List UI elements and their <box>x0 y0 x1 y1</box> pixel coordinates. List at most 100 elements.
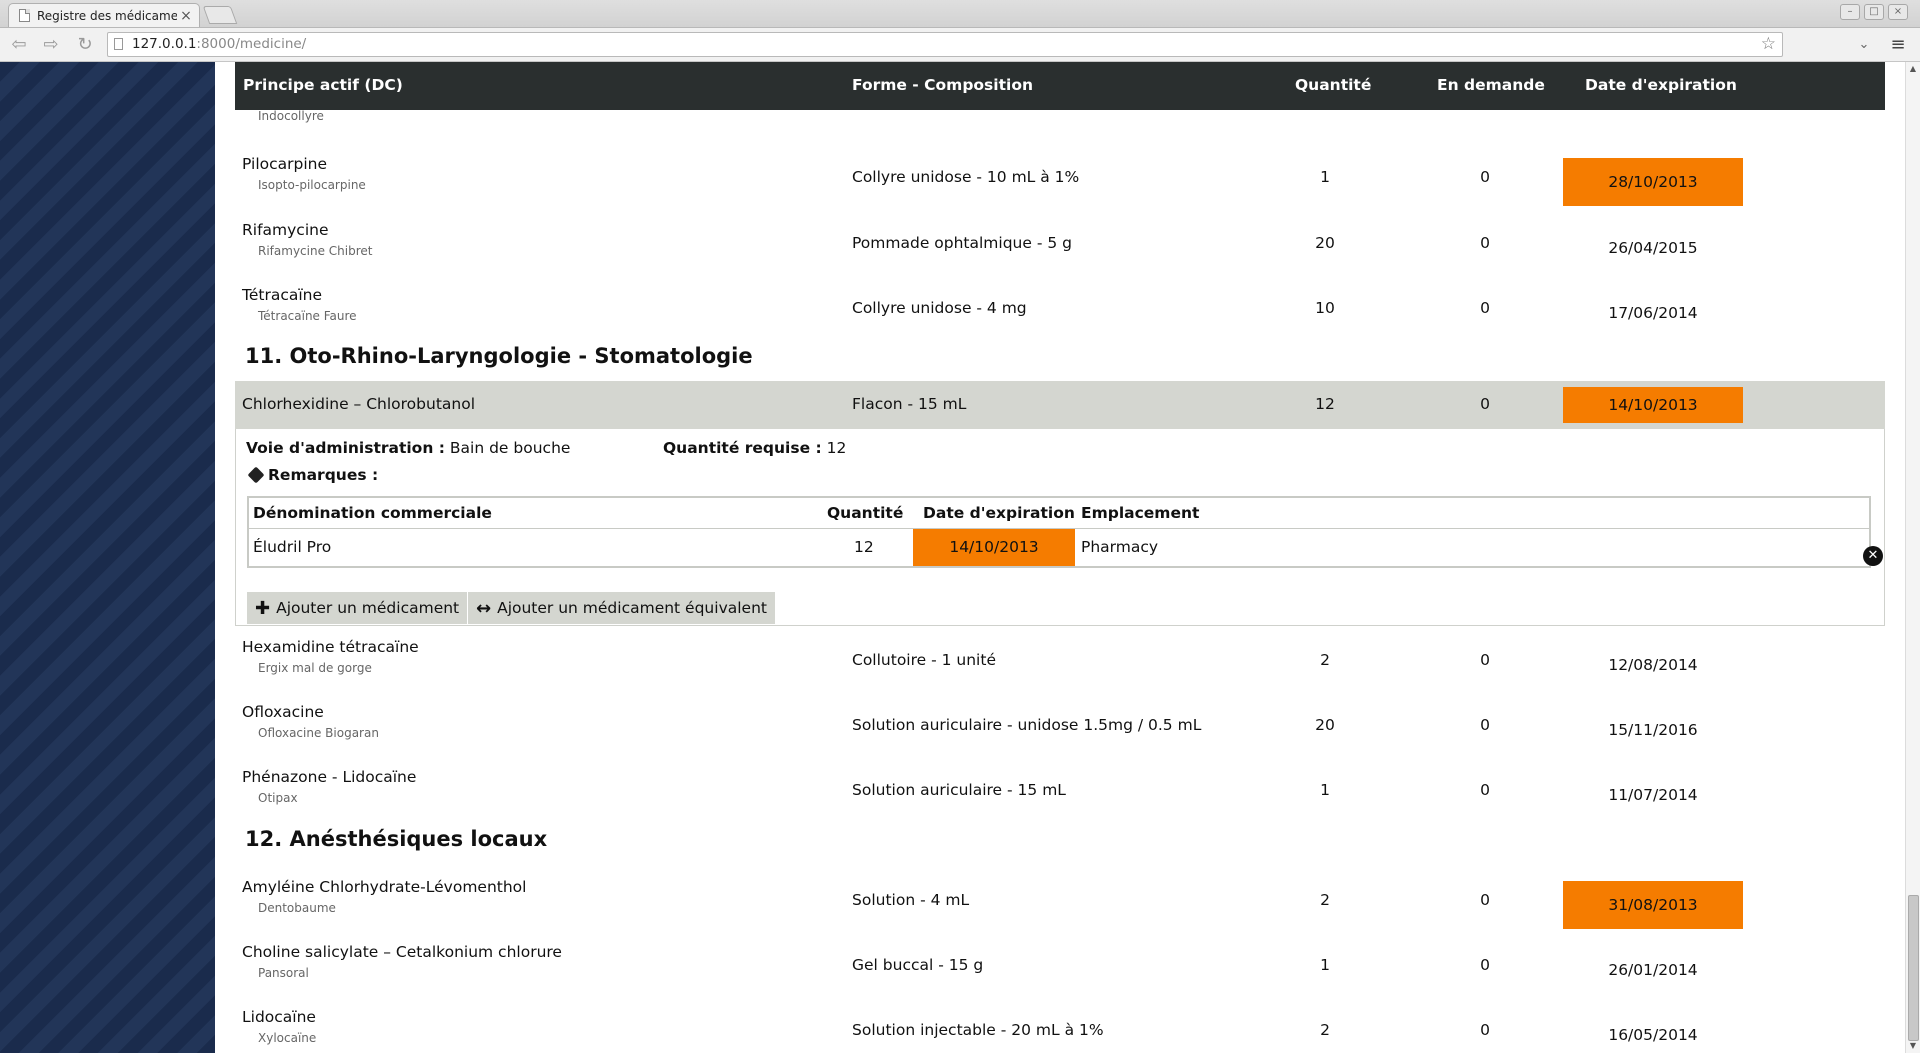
table-row-selected[interactable]: Chlorhexidine – Chlorobutanol Flacon - 1… <box>235 381 1885 429</box>
brand-name: Tétracaïne Faure <box>258 309 357 323</box>
expiration-date: 26/01/2014 <box>1608 961 1698 979</box>
quantity: 2 <box>1320 651 1330 669</box>
table-row[interactable]: Tétracaïne Tétracaïne Faure Collyre unid… <box>235 280 1885 340</box>
active-ingredient: Hexamidine tétracaïne <box>242 638 419 656</box>
new-tab-button[interactable] <box>202 6 238 24</box>
remarks[interactable]: Remarques : <box>247 466 378 484</box>
browser-tab[interactable]: Registre des médicaments × <box>8 3 200 27</box>
header-date-expiration[interactable]: Date d'expiration <box>1585 76 1737 94</box>
scroll-down-icon[interactable]: ▼ <box>1906 1039 1920 1053</box>
add-equivalent-medicine-button[interactable]: ↔ Ajouter un médicament équivalent <box>468 592 775 624</box>
subtable-header: Dénomination commerciale Quantité Date d… <box>249 498 1869 529</box>
table-row[interactable]: Hexamidine tétracaïne Ergix mal de gorge… <box>235 632 1885 692</box>
category-heading: 11. Oto-Rhino-Laryngologie - Stomatologi… <box>245 344 753 368</box>
header-en-demande[interactable]: En demande <box>1437 76 1545 94</box>
maximize-icon[interactable]: □ <box>1864 4 1884 20</box>
on-demand: 0 <box>1480 1021 1490 1039</box>
expiration-date: 17/06/2014 <box>1608 304 1698 322</box>
product-denomination: Éludril Pro <box>253 538 332 556</box>
quantity: 2 <box>1320 1021 1330 1039</box>
expiration-date: 14/10/2013 <box>1563 387 1743 423</box>
url-host: 127.0.0.1 <box>132 36 197 52</box>
expiration-date: 11/07/2014 <box>1608 786 1698 804</box>
medicine-detail-panel: Voie d'administration : Bain de bouche Q… <box>235 429 1885 626</box>
category-heading: 12. Anésthésiques locaux <box>245 827 548 851</box>
administration-route-value: Bain de bouche <box>449 439 571 457</box>
table-row[interactable]: Amyléine Chlorhydrate-Lévomenthol Dentob… <box>235 872 1885 932</box>
header-quantite[interactable]: Quantité <box>1295 76 1371 94</box>
required-quantity: Quantité requise : 12 <box>663 439 846 457</box>
minimize-icon[interactable]: – <box>1840 4 1860 20</box>
quantity: 20 <box>1315 234 1335 252</box>
on-demand: 0 <box>1480 716 1490 734</box>
expiration-date: 28/10/2013 <box>1563 158 1743 206</box>
table-row[interactable]: Lidocaïne Xylocaïne Solution injectable … <box>235 1002 1885 1053</box>
window-controls: – □ × <box>1840 4 1908 20</box>
form-composition: Collyre unidose - 10 mL à 1% <box>852 168 1080 186</box>
form-composition: Solution injectable - 20 mL à 1% <box>852 1021 1104 1039</box>
form-composition: Solution - 4 mL <box>852 891 970 909</box>
quantity: 1 <box>1320 956 1330 974</box>
bookmark-star-icon[interactable]: ☆ <box>1761 33 1776 56</box>
table-row[interactable]: Choline salicylate – Cetalkonium chlorur… <box>235 937 1885 997</box>
active-ingredient: Ofloxacine <box>242 703 324 721</box>
expiration-date: 16/05/2014 <box>1608 1026 1698 1044</box>
form-composition: Solution auriculaire - unidose 1.5mg / 0… <box>852 716 1202 734</box>
brand-name: Pansoral <box>258 966 309 980</box>
on-demand: 0 <box>1480 891 1490 909</box>
table-row[interactable]: Phénazone - Lidocaïne Otipax Solution au… <box>235 762 1885 822</box>
tab-close-icon[interactable]: × <box>177 8 195 24</box>
address-bar[interactable]: 127.0.0.1:8000/medicine/ ☆ <box>107 32 1783 57</box>
administration-route-label: Voie d'administration : <box>246 439 445 457</box>
brand-name: Ofloxacine Biogaran <box>258 726 379 740</box>
vertical-scrollbar[interactable]: ▲ ▼ <box>1905 62 1920 1053</box>
product-expiration: 14/10/2013 <box>913 529 1075 566</box>
reload-icon[interactable]: ↻ <box>74 34 96 56</box>
window-close-icon[interactable]: × <box>1888 4 1908 20</box>
delete-icon[interactable]: ✕ <box>1863 546 1883 566</box>
expiration-date: 31/08/2013 <box>1563 881 1743 929</box>
header-sub-quantite: Quantité <box>827 504 904 522</box>
commercial-product-row[interactable]: Éludril Pro 12 14/10/2013 Pharmacy ⇪ ✎ ✕ <box>249 529 1883 566</box>
form-composition: Solution auriculaire - 15 mL <box>852 781 1066 799</box>
header-sub-expiration: Date d'expiration <box>923 504 1075 522</box>
brand-name: Otipax <box>258 791 298 805</box>
add-medicine-button[interactable]: ✚ Ajouter un médicament <box>247 592 468 624</box>
active-ingredient: Phénazone - Lidocaïne <box>242 768 417 786</box>
table-row[interactable]: Ofloxacine Ofloxacine Biogaran Solution … <box>235 697 1885 757</box>
brand-name: Dentobaume <box>258 901 336 915</box>
medicine-register: Principe actif (DC) Forme - Composition … <box>235 62 1885 1053</box>
scroll-up-icon[interactable]: ▲ <box>1906 62 1920 76</box>
quantity: 2 <box>1320 891 1330 909</box>
table-row[interactable]: Rifamycine Rifamycine Chibret Pommade op… <box>235 215 1885 275</box>
scrollbar-thumb[interactable] <box>1908 895 1919 1041</box>
expiration-date: 15/11/2016 <box>1608 721 1698 739</box>
header-emplacement: Emplacement <box>1081 504 1200 522</box>
header-principe-actif[interactable]: Principe actif (DC) <box>243 76 403 94</box>
active-ingredient: Choline salicylate – Cetalkonium chlorur… <box>242 943 562 961</box>
forward-arrow-icon[interactable]: ⇨ <box>40 34 62 56</box>
on-demand: 0 <box>1480 168 1490 186</box>
active-ingredient: Amyléine Chlorhydrate-Lévomenthol <box>242 878 527 896</box>
url-text: 127.0.0.1:8000/medicine/ <box>132 33 306 56</box>
header-forme[interactable]: Forme - Composition <box>852 76 1033 94</box>
product-location: Pharmacy <box>1081 538 1159 556</box>
back-arrow-icon[interactable]: ⇦ <box>8 34 30 56</box>
table-header: Principe actif (DC) Forme - Composition … <box>235 62 1885 110</box>
administration-route: Voie d'administration : Bain de bouche <box>246 439 570 457</box>
on-demand: 0 <box>1480 781 1490 799</box>
active-ingredient: Lidocaïne <box>242 1008 316 1026</box>
on-demand: 0 <box>1480 395 1490 413</box>
quantity: 12 <box>1315 395 1335 413</box>
hamburger-menu-icon[interactable]: ≡ <box>1887 34 1909 56</box>
form-composition: Pommade ophtalmique - 5 g <box>852 234 1072 252</box>
add-equivalent-label: Ajouter un médicament équivalent <box>497 599 767 617</box>
chevron-down-icon[interactable]: ⌄ <box>1853 34 1875 56</box>
on-demand: 0 <box>1480 299 1490 317</box>
table-row[interactable]: Pilocarpine Isopto-pilocarpine Collyre u… <box>235 149 1885 209</box>
on-demand: 0 <box>1480 956 1490 974</box>
form-composition: Flacon - 15 mL <box>852 395 967 413</box>
url-path: :8000/medicine/ <box>196 36 307 52</box>
brand-name: Isopto-pilocarpine <box>258 178 366 192</box>
page-favicon-icon <box>19 9 30 22</box>
